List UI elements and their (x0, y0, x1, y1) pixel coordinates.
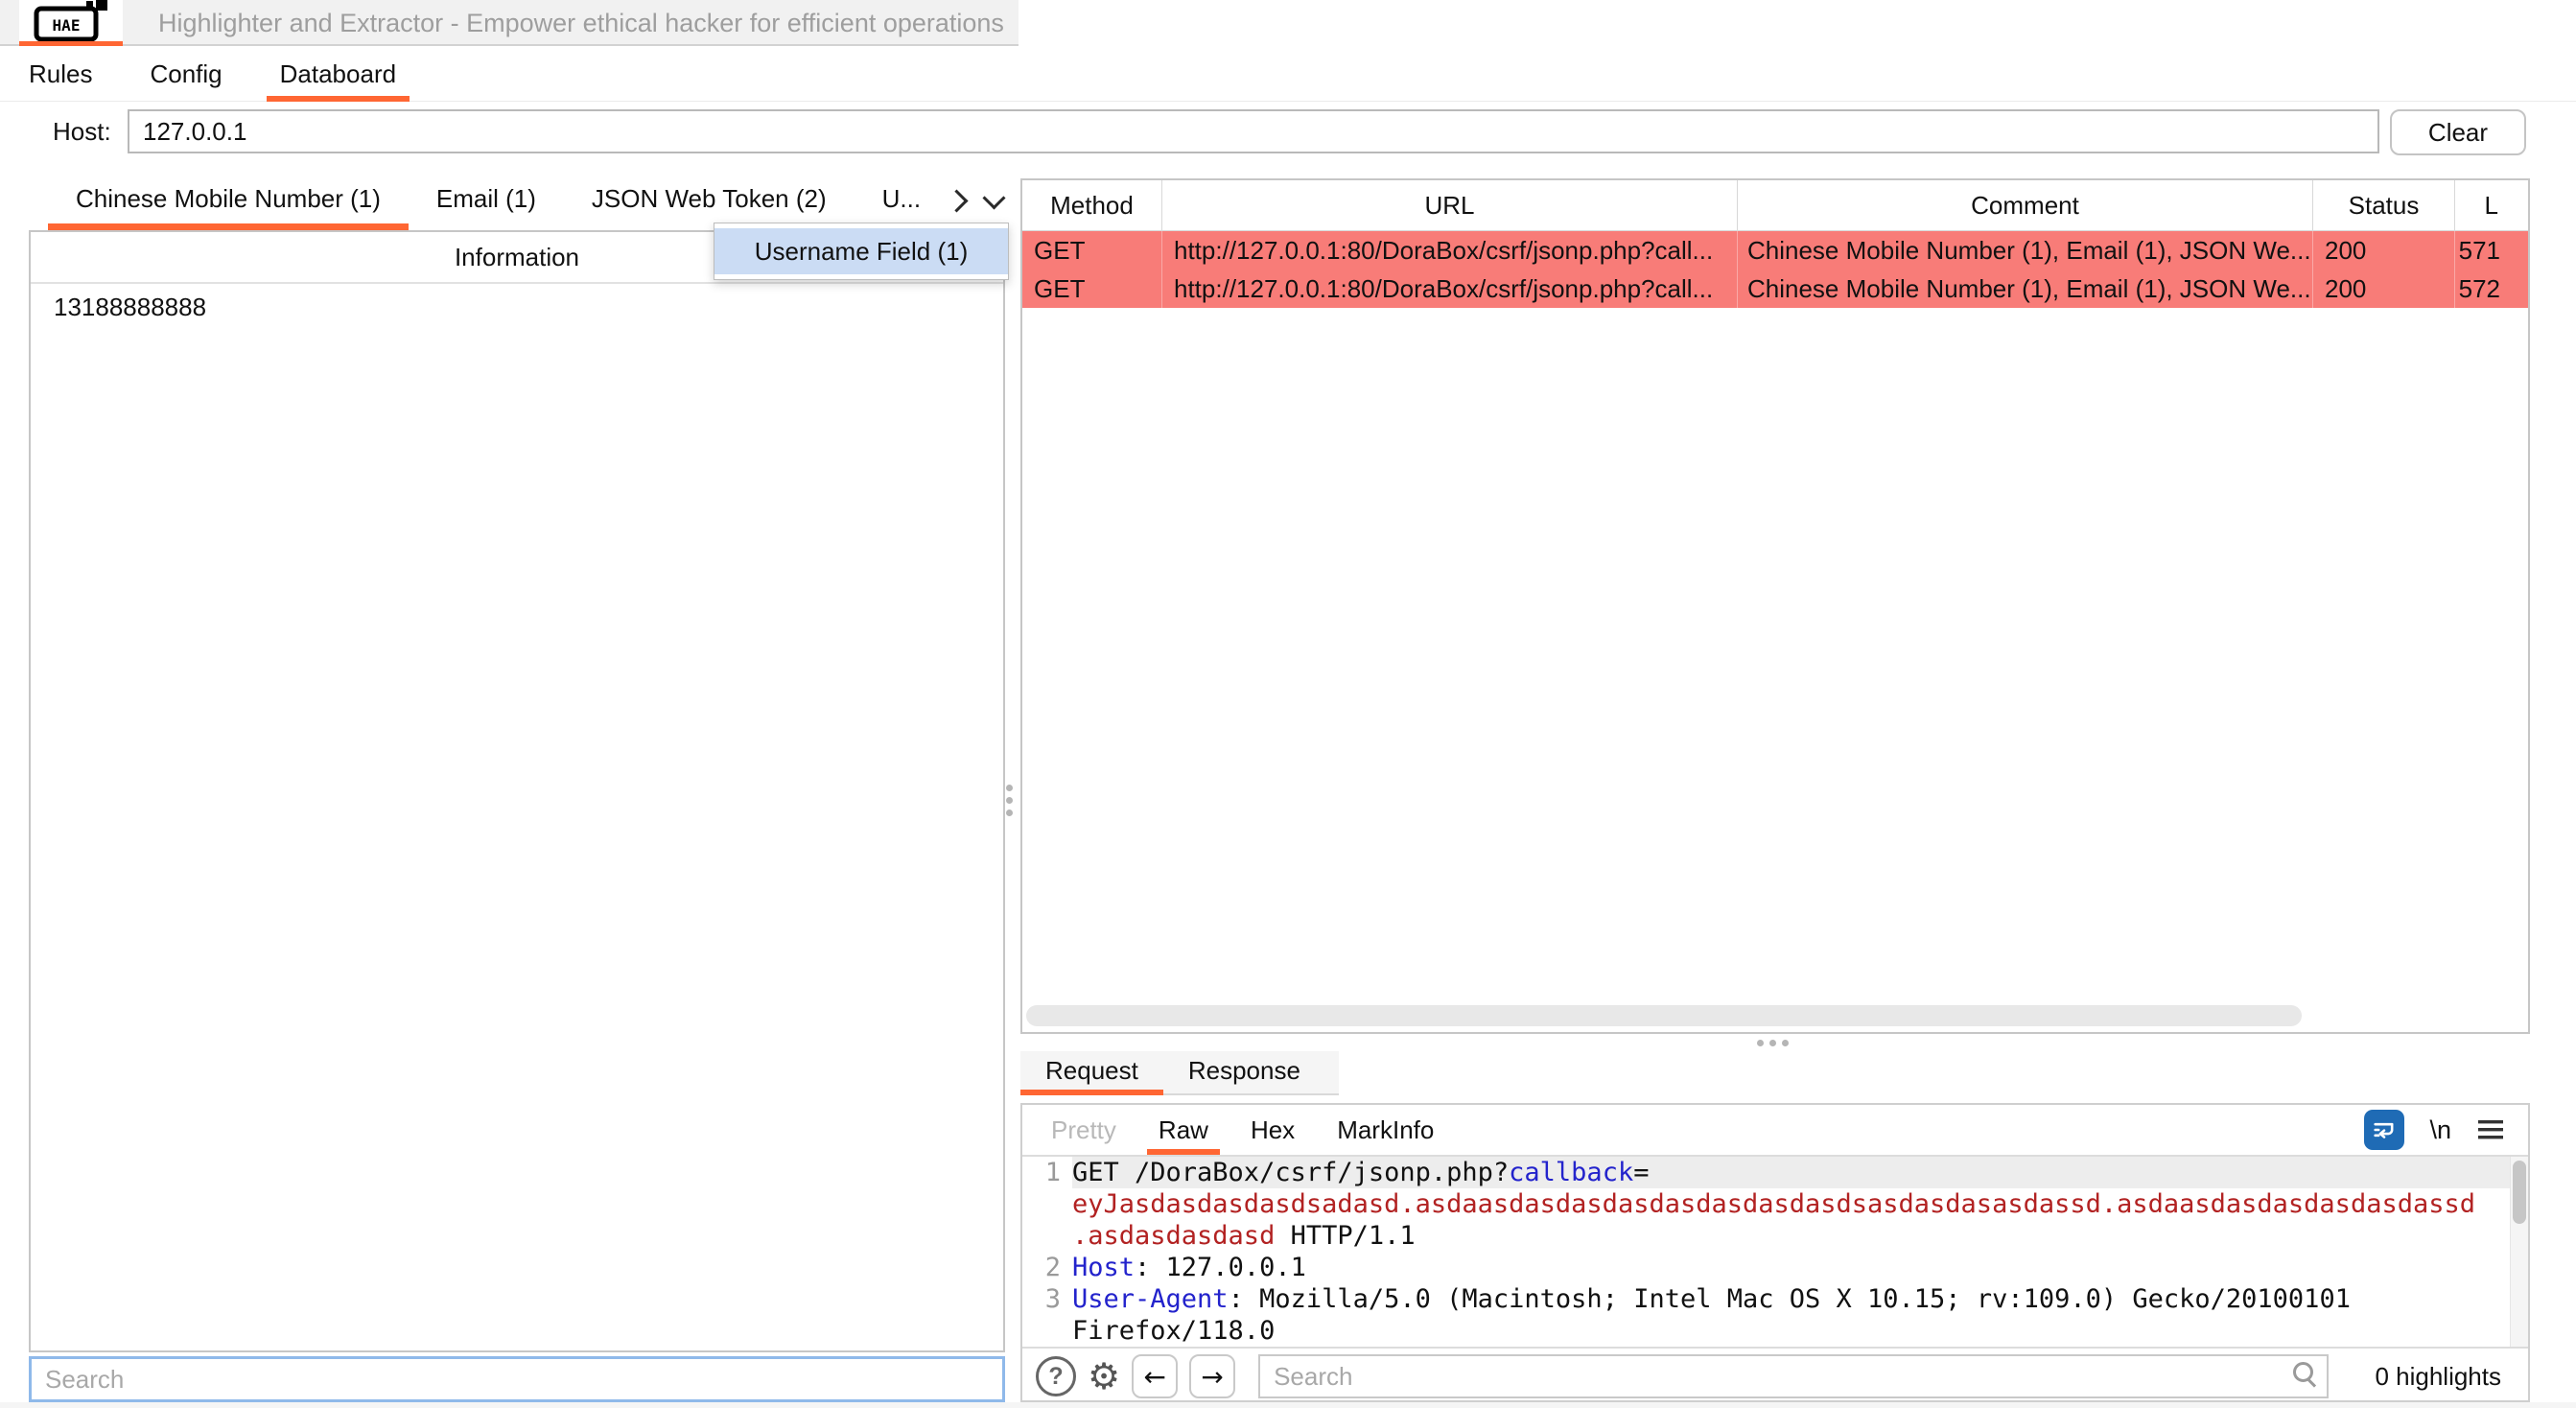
cell-length: 571 (2455, 231, 2506, 270)
cell-method: GET (1022, 231, 1162, 270)
column-header-comment[interactable]: Comment (1738, 180, 2313, 230)
table-row[interactable]: GET http://127.0.0.1:80/DoraBox/csrf/jso… (1022, 270, 2528, 308)
cell-comment: Chinese Mobile Number (1), Email (1), JS… (1738, 231, 2313, 270)
host-row: Host: Clear (0, 102, 2576, 161)
suite-tab-bar: HAE Highlighter and Extractor - Empower … (0, 0, 2576, 48)
line-number (1022, 1220, 1072, 1252)
tab-json-web-token[interactable]: JSON Web Token (2) (564, 171, 855, 230)
tab-config[interactable]: Config (136, 46, 235, 102)
editor-search (1258, 1354, 2329, 1398)
editor-toolbar-icons: \n (2364, 1110, 2528, 1150)
scroll-tabs-right-icon[interactable] (946, 189, 969, 212)
cell-length: 572 (2455, 270, 2506, 308)
tab-hex[interactable]: Hex (1229, 1105, 1316, 1155)
extension-tab-bar: Rules Config Databoard (0, 46, 2576, 102)
hae-logo-icon: HAE (33, 0, 109, 43)
editor-search-input[interactable] (1258, 1354, 2329, 1398)
column-header-method[interactable]: Method (1022, 180, 1162, 230)
code-line: 1 GET /DoraBox/csrf/jsonp.php?callback= (1022, 1157, 2528, 1188)
column-header-length[interactable]: L (2455, 180, 2506, 230)
next-match-button[interactable]: → (1189, 1354, 1235, 1398)
line-number (1022, 1188, 1072, 1220)
vertical-scrollbar-track[interactable] (2510, 1157, 2528, 1347)
dropdown-item-username-field[interactable]: Username Field (1) (714, 228, 1008, 274)
tab-databoard[interactable]: Databoard (267, 46, 410, 102)
cell-comment: Chinese Mobile Number (1), Email (1), JS… (1738, 270, 2313, 308)
tab-rules[interactable]: Rules (15, 46, 105, 102)
tab-overflow-controls (948, 193, 1018, 209)
request-table-header: Method URL Comment Status L (1022, 180, 2528, 231)
editor-menu-icon[interactable] (2476, 1117, 2505, 1142)
host-input[interactable] (128, 109, 2379, 153)
tab-email[interactable]: Email (1) (409, 171, 564, 230)
cell-method: GET (1022, 270, 1162, 308)
request-table: Method URL Comment Status L GET http://1… (1020, 178, 2530, 1034)
cell-status: 200 (2313, 231, 2455, 270)
show-tab-list-icon[interactable] (983, 186, 1006, 209)
information-search-input[interactable] (29, 1356, 1005, 1402)
previous-match-button[interactable]: ← (1132, 1354, 1178, 1398)
code-line: Firefox/118.0 (1022, 1315, 2528, 1347)
cell-url: http://127.0.0.1:80/DoraBox/csrf/jsonp.p… (1162, 270, 1738, 308)
help-icon[interactable]: ? (1036, 1356, 1076, 1396)
tab-pretty[interactable]: Pretty (1030, 1105, 1137, 1155)
code-line: 2 Host: 127.0.0.1 (1022, 1252, 2528, 1283)
tab-chinese-mobile-number[interactable]: Chinese Mobile Number (1) (48, 171, 409, 230)
line-number: 2 (1022, 1252, 1072, 1283)
search-icon (2293, 1362, 2313, 1382)
window-bottom-edge (0, 1402, 2576, 1408)
tab-username-field-truncated[interactable]: U... (855, 171, 948, 230)
cell-status: 200 (2313, 270, 2455, 308)
column-header-url[interactable]: URL (1162, 180, 1738, 230)
tab-response[interactable]: Response (1163, 1051, 1325, 1093)
editor-mode-bar: Pretty Raw Hex MarkInfo \n (1022, 1105, 2528, 1155)
clear-button[interactable]: Clear (2390, 109, 2526, 155)
tab-raw[interactable]: Raw (1137, 1105, 1229, 1155)
newline-toggle[interactable]: \n (2429, 1115, 2451, 1145)
data-type-tab-bar: Chinese Mobile Number (1) Email (1) JSON… (29, 171, 1005, 230)
host-label: Host: (53, 102, 111, 161)
line-number: 1 (1022, 1157, 1072, 1188)
svg-text:HAE: HAE (53, 16, 81, 35)
cell-url: http://127.0.0.1:80/DoraBox/csrf/jsonp.p… (1162, 231, 1738, 270)
vertical-scrollbar-thumb[interactable] (2513, 1161, 2526, 1224)
tab-overflow-dropdown: Username Field (1) (714, 223, 1009, 280)
wrap-lines-icon (2371, 1116, 2398, 1143)
line-number: 3 (1022, 1283, 1072, 1315)
message-tab-bar: Request Response (1020, 1051, 1339, 1095)
hae-logo-tab[interactable]: HAE (19, 0, 123, 41)
column-header-status[interactable]: Status (2313, 180, 2455, 230)
extension-title: Highlighter and Extractor - Empower ethi… (158, 0, 1004, 46)
wrap-lines-button[interactable] (2364, 1110, 2404, 1150)
horizontal-splitter-handle[interactable] (1757, 1040, 1789, 1046)
highlights-count: 0 highlights (2375, 1362, 2501, 1392)
code-line: 3 User-Agent: Mozilla/5.0 (Macintosh; In… (1022, 1283, 2528, 1315)
request-raw-view[interactable]: 1 GET /DoraBox/csrf/jsonp.php?callback= … (1022, 1155, 2528, 1349)
information-list: Information 13188888888 (29, 230, 1005, 1352)
tab-request[interactable]: Request (1020, 1051, 1163, 1093)
gear-icon[interactable]: ⚙ (1088, 1358, 1120, 1395)
horizontal-scrollbar-thumb[interactable] (1026, 1005, 2302, 1026)
code-line: .asdasdasdasd HTTP/1.1 (1022, 1220, 2528, 1252)
editor-footer: ? ⚙ ← → 0 highlights (1022, 1349, 2528, 1404)
code-line: eyJasdasdasdasdsadasd.asdaasdasdasdasdas… (1022, 1188, 2528, 1220)
table-row[interactable]: GET http://127.0.0.1:80/DoraBox/csrf/jso… (1022, 231, 2528, 270)
line-number (1022, 1315, 1072, 1347)
tab-markinfo[interactable]: MarkInfo (1316, 1105, 1455, 1155)
vertical-splitter-handle[interactable] (1006, 779, 1013, 822)
hae-window: HAE Highlighter and Extractor - Empower … (0, 0, 2576, 1408)
message-editor: Pretty Raw Hex MarkInfo \n (1020, 1103, 2530, 1402)
list-item[interactable]: 13188888888 (31, 284, 1003, 330)
